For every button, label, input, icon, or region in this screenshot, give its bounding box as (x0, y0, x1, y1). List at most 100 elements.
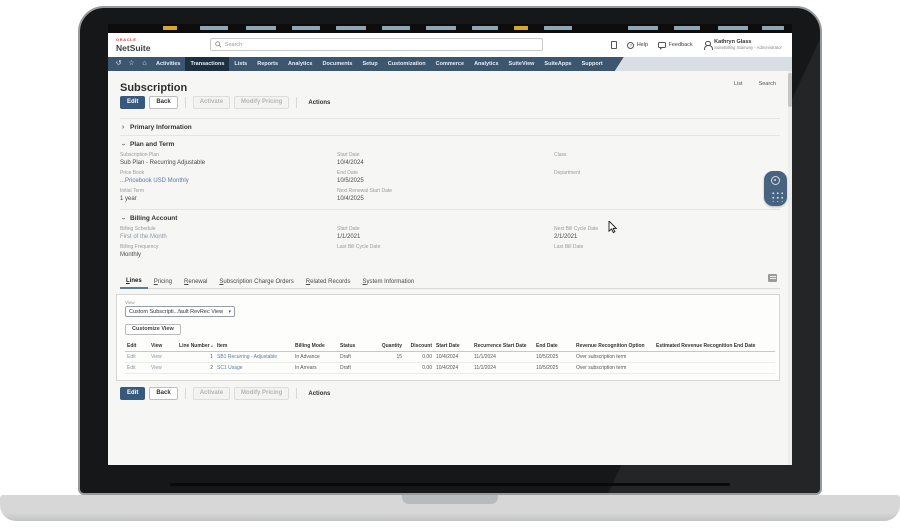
subscription-page: Subscription List Search Edit Back Activ… (108, 71, 792, 465)
col-header-end-date[interactable]: End Date (534, 340, 574, 352)
modify-pricing-button: Modify Pricing (234, 387, 290, 400)
field-label: End Date (337, 170, 358, 176)
browser-tab-fragment (674, 26, 700, 30)
page-scrollbar[interactable] (788, 71, 792, 465)
edit-button[interactable]: Edit (120, 96, 146, 109)
global-search[interactable] (210, 38, 543, 51)
nav-item-analytics[interactable]: Analytics (283, 57, 317, 71)
table-cell: 10/5/2025 (534, 362, 574, 374)
back-button[interactable]: Back (149, 96, 178, 109)
nav-item-customization[interactable]: Customization (383, 57, 431, 71)
col-header-edit[interactable]: Edit (125, 340, 149, 352)
field-value (554, 159, 771, 167)
table-cell[interactable]: View (149, 351, 177, 363)
back-button[interactable]: Back (149, 387, 178, 400)
search-link[interactable]: Search (759, 81, 776, 87)
table-cell[interactable]: SC1 Usage (215, 362, 293, 374)
col-header-item[interactable]: Item (215, 340, 293, 352)
lines-panel: View Custom Subscripti...fault RevRec Vi… (116, 294, 780, 381)
field-value (554, 177, 771, 185)
tab-pricing[interactable]: Pricing (148, 279, 178, 288)
shortcuts-star-icon[interactable]: ☆ (125, 57, 138, 71)
browser-tab-fragment (762, 26, 784, 30)
screen-content: ORACLE NetSuite ? Help (108, 24, 792, 465)
field-label: Last Bill Cycle Date (337, 244, 381, 250)
nav-item-activities[interactable]: Activities (151, 57, 185, 71)
col-header-start-date[interactable]: Start Date (434, 340, 472, 352)
nav-item-lists[interactable]: Lists (229, 57, 252, 71)
new-document-button[interactable] (611, 41, 618, 49)
tab-renewal[interactable]: Renewal (178, 279, 213, 288)
field-next-bill-cycle-date: Next Bill Cycle Date 2/1/2021 (554, 226, 771, 241)
browser-tab-fragment (292, 26, 320, 30)
customize-view-button[interactable]: Customize View (125, 324, 181, 335)
table-cell: 0.00 (404, 362, 434, 374)
nav-item-suiteapps[interactable]: SuiteApps (539, 57, 576, 71)
nav-item-transactions[interactable]: Transactions (185, 57, 229, 71)
col-header-line-number[interactable]: Line Number ▴ (177, 340, 215, 352)
col-header-quantity[interactable]: Quantity (371, 340, 404, 352)
table-cell: 15 (371, 351, 404, 363)
list-link[interactable]: List (734, 81, 743, 87)
col-header-estimated-revenue-recognition-end-date[interactable]: Estimated Revenue Recognition End Date (654, 340, 775, 352)
toolbar-divider (296, 388, 298, 399)
nav-item-setup[interactable]: Setup (357, 57, 382, 71)
mouse-cursor (608, 221, 617, 234)
col-header-discount[interactable]: Discount (404, 340, 434, 352)
col-header-status[interactable]: Status (338, 340, 371, 352)
user-menu[interactable]: Kathryn Glass SuiteBilling Stairway - Ad… (703, 39, 782, 51)
section-header[interactable]: › Billing Account (120, 210, 780, 226)
actions-menu[interactable]: Actions (304, 100, 334, 106)
section-header[interactable]: › Plan and Term (120, 136, 780, 152)
edit-button[interactable]: Edit (120, 387, 146, 400)
table-row: Edit View 1 SB1 Recurring - Adjustable In Ad… (125, 351, 775, 363)
tab-system-information[interactable]: System Information (357, 279, 421, 288)
field-label: Billing Frequency (120, 244, 159, 250)
field-label: Billing Schedule (120, 226, 156, 232)
search-input[interactable] (224, 41, 538, 48)
field-value[interactable]: ...Pricebook USD Monthly (120, 177, 337, 185)
netsuite-header: ORACLE NetSuite ? Help (108, 33, 792, 57)
table-header-row: Edit View Line Number ▴ Item Billing Mode Sta… (125, 340, 775, 352)
tab-related-records[interactable]: Related Records (300, 279, 357, 288)
toolbar-divider (296, 97, 298, 108)
table-cell: Over subscription term (574, 351, 654, 363)
field-value (554, 251, 771, 259)
field-value: 10/4/2024 (337, 160, 364, 166)
table-cell[interactable]: Edit (125, 351, 149, 363)
view-select[interactable]: Custom Subscripti...fault RevRec View ▾ (125, 306, 235, 317)
table-cell[interactable]: SB1 Recurring - Adjustable (215, 351, 293, 363)
table-cell: 10/5/2025 (534, 351, 574, 363)
browser-tab-fragment (544, 26, 572, 30)
nav-item-documents[interactable]: Documents (318, 57, 358, 71)
col-header-view[interactable]: View (149, 340, 177, 352)
nav-item-analytics[interactable]: Analytics (469, 57, 503, 71)
nav-item-support[interactable]: Support (577, 57, 608, 71)
nav-item-reports[interactable]: Reports (252, 57, 283, 71)
tab-lines[interactable]: Lines (120, 278, 148, 289)
actions-menu[interactable]: Actions (304, 391, 334, 397)
home-icon[interactable]: ⌂ (138, 57, 151, 71)
table-menu-icon[interactable] (768, 274, 777, 282)
laptop-mockup: ORACLE NetSuite ? Help (0, 0, 900, 529)
recent-records-icon[interactable]: ↺ (112, 57, 125, 71)
netsuite-logo: ORACLE NetSuite (116, 37, 150, 53)
section-billing-account: › Billing Account Billing Schedule First … (120, 209, 780, 265)
help-button[interactable]: ? Help (627, 41, 648, 49)
floating-assistant-widget[interactable] (764, 171, 787, 206)
field-label: Next Renewal Start Date (337, 188, 393, 194)
col-header-revenue-recognition-option[interactable]: Revenue Recognition Option (574, 340, 654, 352)
nav-item-suiteview[interactable]: SuiteView (504, 57, 540, 71)
table-cell[interactable]: Edit (125, 362, 149, 374)
tab-subscription-charge-orders[interactable]: Subscription Charge Orders (213, 279, 299, 288)
header-actions: ? Help Feedback Kathryn Glass SuiteBilli… (611, 33, 782, 57)
help-icon: ? (627, 41, 635, 49)
col-header-billing-mode[interactable]: Billing Mode (293, 340, 338, 352)
feedback-button[interactable]: Feedback (658, 42, 693, 50)
col-header-recurrence-start-date[interactable]: Recurrence Start Date (472, 340, 534, 352)
bottom-toolbar: Edit Back Activate Modify Pricing Action… (120, 387, 792, 400)
table-cell[interactable]: View (149, 362, 177, 374)
main-nav: ↺ ☆ ⌂ Activities Transactions Lists Reports… (108, 57, 792, 71)
nav-item-commerce[interactable]: Commerce (431, 57, 469, 71)
section-header[interactable]: › Primary Information (120, 119, 780, 135)
